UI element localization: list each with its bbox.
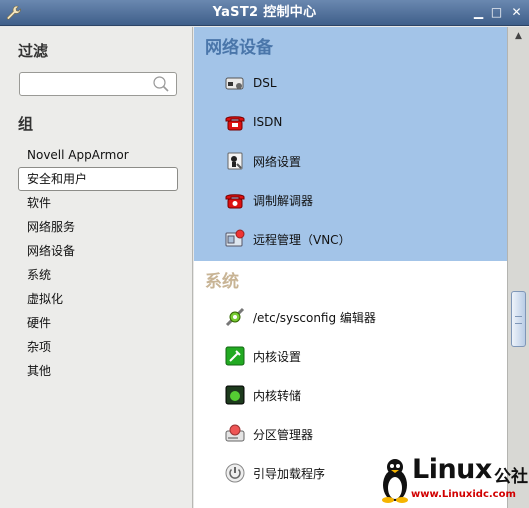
maximize-button[interactable]: □ (489, 5, 504, 20)
network-settings-icon (224, 150, 246, 172)
window-title: YaST2 控制中心 (212, 5, 317, 20)
module-label: ISDN (253, 115, 283, 129)
partitioner-icon (224, 423, 246, 445)
scroll-up-arrow-icon[interactable]: ▲ (511, 29, 526, 44)
modem-phone-icon (224, 189, 246, 211)
module-label: 内核设置 (253, 349, 302, 364)
close-button[interactable]: ✕ (509, 5, 524, 20)
section-title: 系统 (205, 272, 239, 292)
module-bootloader[interactable]: 引导加载程序 (224, 460, 325, 486)
module-label: 内核转储 (253, 388, 302, 403)
group-item-software[interactable]: 软件 (18, 191, 178, 215)
search-box[interactable] (19, 72, 177, 96)
group-item-other[interactable]: 其他 (18, 359, 178, 383)
module-label: 远程管理（VNC） (253, 232, 351, 247)
dsl-modem-icon (224, 72, 246, 94)
watermark-brand-cn: 公社 (494, 467, 528, 487)
module-panel: 网络设备 DSL ISDN 网络设置 调制解调器 远程管理（VNC） 系统 /e… (194, 27, 507, 508)
section-network-devices: 网络设备 DSL ISDN 网络设置 调制解调器 远程管理（VNC） (194, 27, 507, 261)
module-sysconfig-editor[interactable]: /etc/sysconfig 编辑器 (224, 304, 376, 330)
watermark-brand: Linux (412, 454, 492, 485)
search-input[interactable] (24, 73, 149, 95)
module-kernel-settings[interactable]: 内核设置 (224, 343, 301, 369)
kernel-settings-icon (224, 345, 246, 367)
vertical-scrollbar[interactable]: ▲ (507, 27, 529, 508)
group-item-hardware[interactable]: 硬件 (18, 311, 178, 335)
scrollbar-thumb[interactable] (511, 291, 526, 347)
group-item-virtualization[interactable]: 虚拟化 (18, 287, 178, 311)
module-isdn[interactable]: ISDN (224, 109, 282, 135)
module-modem[interactable]: 调制解调器 (224, 187, 313, 213)
section-title: 网络设备 (205, 38, 273, 58)
watermark: Linux 公社 www.Linuxidc.com (378, 454, 528, 507)
group-item-network-services[interactable]: 网络服务 (18, 215, 178, 239)
module-label: 网络设置 (253, 154, 302, 169)
group-heading: 组 (18, 115, 34, 133)
search-icon[interactable] (152, 75, 170, 93)
group-item-network-devices[interactable]: 网络设备 (18, 239, 178, 263)
group-item-system[interactable]: 系统 (18, 263, 178, 287)
watermark-url: www.Linuxidc.com (411, 489, 516, 500)
module-label: /etc/sysconfig 编辑器 (253, 310, 376, 325)
module-kernel-dump[interactable]: 内核转储 (224, 382, 301, 408)
group-item-security-users[interactable]: 安全和用户 (18, 167, 178, 191)
kernel-dump-icon (224, 384, 246, 406)
remote-admin-icon (224, 228, 246, 250)
module-dsl[interactable]: DSL (224, 70, 277, 96)
tux-penguin-icon (380, 457, 410, 506)
module-network-settings[interactable]: 网络设置 (224, 148, 301, 174)
module-label: 调制解调器 (253, 193, 314, 208)
group-item-misc[interactable]: 杂项 (18, 335, 178, 359)
module-partitioner[interactable]: 分区管理器 (224, 421, 313, 447)
minimize-button[interactable]: ▁ (471, 5, 486, 20)
module-remote-admin[interactable]: 远程管理（VNC） (224, 226, 351, 252)
module-label: DSL (253, 76, 277, 90)
module-label: 分区管理器 (253, 427, 314, 442)
sysconfig-editor-icon (224, 306, 246, 328)
group-list: Novell AppArmor 安全和用户 软件 网络服务 网络设备 系统 虚拟… (18, 143, 178, 383)
filter-heading: 过滤 (18, 42, 49, 60)
window-titlebar[interactable]: YaST2 控制中心 ▁ □ ✕ (0, 0, 529, 26)
sidebar: 过滤 组 Novell AppArmor 安全和用户 软件 网络服务 网络设备 … (0, 27, 193, 508)
bootloader-icon (224, 462, 246, 484)
isdn-phone-icon (224, 111, 246, 133)
module-label: 引导加载程序 (253, 466, 326, 481)
group-item-apparmor[interactable]: Novell AppArmor (18, 143, 178, 167)
